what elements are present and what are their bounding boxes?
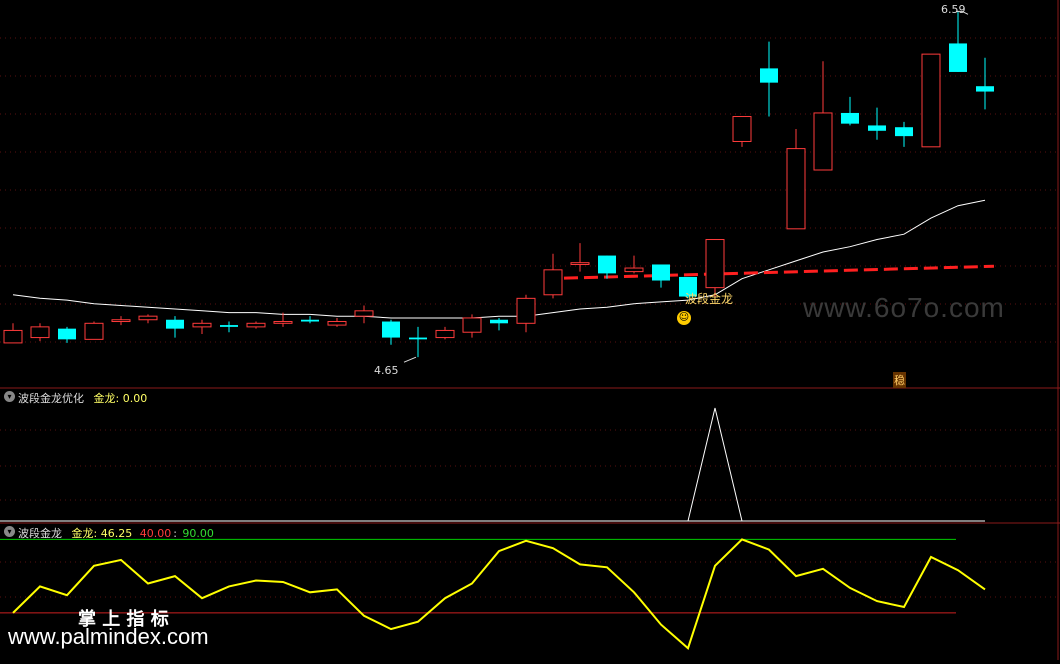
- indicator2-name: 波段金龙: [18, 527, 62, 540]
- spike-series-line: [13, 407, 985, 522]
- candle-body: [111, 319, 131, 323]
- candle-body: [462, 317, 482, 333]
- candle-body: [490, 319, 508, 324]
- high-price-label: 6.59: [941, 3, 966, 16]
- candle-body: [246, 322, 266, 328]
- candle-body: [3, 329, 23, 344]
- candle-body: [705, 239, 725, 289]
- candle-body: [138, 315, 158, 321]
- indicator1-name: 波段金龙优化: [18, 392, 84, 405]
- candle-body: [354, 310, 374, 317]
- candle-body: [30, 326, 50, 339]
- candle-body: [813, 112, 833, 171]
- candle-body: [760, 68, 778, 83]
- watermark-site1: www.6o7o.com: [803, 292, 1005, 323]
- signal-label: 波段金龙: [685, 292, 734, 306]
- candle-body: [516, 297, 536, 324]
- candle-body: [786, 148, 806, 230]
- candle-body: [652, 264, 670, 281]
- candle-body: [409, 337, 427, 340]
- level-low-label: 40.00: [139, 527, 172, 540]
- candle-body: [435, 329, 455, 339]
- stable-marker: 稳: [893, 372, 906, 388]
- collapse-icon[interactable]: ▾: [4, 526, 15, 537]
- candle-body: [84, 322, 104, 340]
- candle-body: [841, 112, 859, 124]
- candle-body: [598, 255, 616, 274]
- indicator1-panel: [0, 407, 985, 522]
- candle-body: [220, 325, 238, 327]
- smile-icon: ☺: [677, 311, 691, 325]
- candle-body: [382, 321, 400, 338]
- candle-body: [895, 127, 913, 137]
- candle-body: [327, 321, 347, 326]
- indicator1-title: 波段金龙优化 金龙: 0.00: [18, 390, 153, 406]
- chart-canvas: [0, 0, 1060, 660]
- candle-body: [868, 125, 886, 131]
- candle-body: [949, 43, 967, 72]
- grid: [0, 0, 1060, 660]
- watermark-site2: www.palmindex.com: [8, 624, 209, 649]
- candle-body: [976, 86, 994, 92]
- collapse-icon[interactable]: ▾: [4, 391, 15, 402]
- indicator1-value: 金龙: 0.00: [93, 392, 148, 405]
- candle-body: [624, 267, 644, 273]
- low-price-label: 4.65: [374, 364, 399, 377]
- candle-body: [58, 328, 76, 340]
- candle-body: [921, 53, 941, 148]
- indicator2-value: 金龙: 46.25: [71, 527, 133, 540]
- level-high-label: 90.00: [182, 527, 214, 540]
- level-separator: :: [173, 527, 177, 540]
- candle-body: [273, 321, 293, 324]
- candle-body: [192, 322, 212, 328]
- chart-stage: 6.59 4.65 波段金龙 ☺ 稳 ▾ 波段金龙优化 金龙: 0.00 ▾ 波…: [0, 0, 1060, 660]
- candle-body: [166, 319, 184, 329]
- candle-body: [570, 262, 590, 265]
- candle-body: [732, 116, 752, 142]
- low-pointer: [403, 356, 417, 363]
- candle-body: [301, 319, 319, 322]
- candle-body: [543, 269, 563, 296]
- indicator2-title: 波段金龙 金龙: 46.25 40.00: 90.00: [18, 525, 220, 541]
